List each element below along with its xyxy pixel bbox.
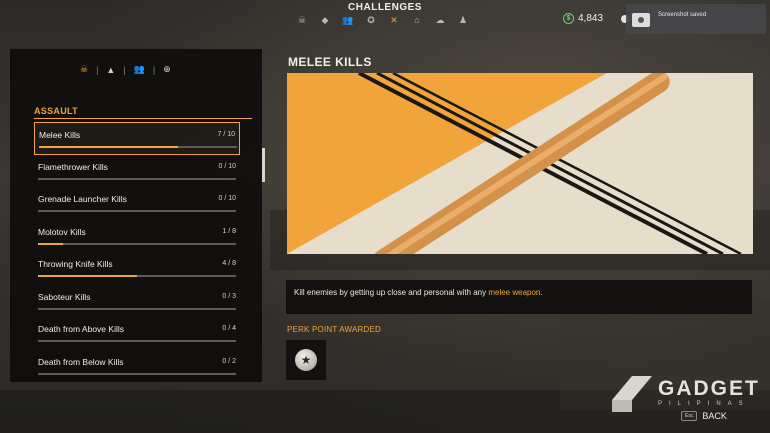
challenge-name: Death from Above Kills xyxy=(38,324,124,334)
progress-bar xyxy=(38,210,236,212)
category-heading: ASSAULT xyxy=(34,106,78,116)
challenge-name: Grenade Launcher Kills xyxy=(38,194,127,204)
gadget-logo-icon xyxy=(612,376,652,412)
progress-bar xyxy=(38,340,236,342)
challenge-item[interactable]: Grenade Launcher Kills 0 / 10 xyxy=(34,187,240,220)
challenge-item[interactable]: Saboteur Kills 0 / 3 xyxy=(34,285,240,318)
progress-bar xyxy=(38,307,236,310)
divider xyxy=(34,118,252,119)
progress-bar xyxy=(38,372,236,375)
progress-bar xyxy=(39,146,237,148)
challenge-count: 0 / 3 xyxy=(222,292,236,300)
person-icon[interactable]: ♟ xyxy=(457,14,469,26)
skull-icon[interactable]: ☠ xyxy=(80,64,88,75)
separator: | xyxy=(96,64,99,75)
challenge-name: Throwing Knife Kills xyxy=(38,259,113,269)
challenge-name: Death from Below Kills xyxy=(38,356,124,367)
separator: | xyxy=(123,64,126,75)
challenge-count: 4 / 8 xyxy=(222,260,236,267)
progress-bar xyxy=(38,275,236,277)
badge-icon[interactable]: ✪ xyxy=(365,14,377,26)
perk-heading: PERK POINT AWARDED xyxy=(287,325,381,334)
back-label: BACK xyxy=(702,411,727,421)
challenge-description: Kill enemies by getting up close and per… xyxy=(286,280,752,314)
detail-title: MELEE KILLS xyxy=(288,55,372,69)
progress-fill xyxy=(38,275,137,277)
back-button[interactable]: Esc BACK xyxy=(681,411,727,421)
vehicle-icon[interactable]: ⌂ xyxy=(411,14,423,26)
challenge-count: 0 / 10 xyxy=(218,162,236,170)
challenge-name: Flamethrower Kills xyxy=(38,161,108,172)
challenge-count: 0 / 4 xyxy=(222,325,236,332)
weapon-image xyxy=(287,73,753,254)
watermark-title: GADGET xyxy=(658,377,760,400)
challenge-item[interactable]: Death from Above Kills 0 / 4 xyxy=(34,317,240,350)
progress-fill xyxy=(39,146,178,148)
challenge-name: Molotov Kills xyxy=(38,226,86,237)
group-icon[interactable]: 👥 xyxy=(134,64,145,75)
toast-text: Screenshot saved xyxy=(658,12,707,18)
category-tabs: ☠ ◆ 👥 ✪ ✕ ⌂ ☁ ♟ xyxy=(296,14,469,26)
skull-icon[interactable]: ☠ xyxy=(296,14,308,26)
challenge-item[interactable]: Flamethrower Kills 0 / 10 xyxy=(34,155,240,188)
challenge-item[interactable]: Death from Below Kills 0 / 2 xyxy=(34,350,240,383)
separator: | xyxy=(152,64,156,75)
challenge-count: 1 / 8 xyxy=(222,227,236,235)
cash-display: $ 4,843 xyxy=(563,13,603,24)
esc-key: Esc xyxy=(681,411,698,421)
progress-fill xyxy=(38,242,63,245)
challenge-name: Saboteur Kills xyxy=(38,291,91,302)
challenge-name: Melee Kills xyxy=(39,130,81,140)
progress-bar xyxy=(38,242,236,245)
watermark-subtitle: PILIPINAS xyxy=(658,401,750,407)
progress-bar xyxy=(38,177,236,180)
perk-reward: ★ xyxy=(286,340,326,380)
star-medal-icon: ★ xyxy=(295,349,317,371)
screenshot-toast: Screenshot saved xyxy=(626,4,766,34)
cash-amount: 4,843 xyxy=(578,13,604,24)
diamond-icon[interactable]: ◆ xyxy=(319,14,331,26)
challenge-count: 7 / 10 xyxy=(217,131,235,138)
challenge-count: 0 / 10 xyxy=(218,195,236,202)
highlight-text: melee weapon xyxy=(488,288,541,297)
challenge-count: 0 / 2 xyxy=(222,357,236,365)
challenge-item[interactable]: Molotov Kills 1 / 8 xyxy=(34,220,240,253)
watermark-logo: GADGET PILIPINAS xyxy=(610,370,760,414)
cloud-icon[interactable]: ☁ xyxy=(434,14,446,26)
group-icon[interactable]: 👥 xyxy=(342,14,354,26)
challenge-list: Melee Kills 7 / 10 Flamethrower Kills 0 / 1… xyxy=(34,122,240,382)
filter-bar: ☠ | ▲ | 👥 | ⊕ xyxy=(80,64,171,75)
camera-icon xyxy=(632,13,650,27)
challenge-item[interactable]: Throwing Knife Kills 4 / 8 xyxy=(34,252,240,285)
cash-icon: $ xyxy=(563,13,574,24)
challenge-item[interactable]: Melee Kills 7 / 10 xyxy=(34,122,240,155)
crosshair-icon[interactable]: ⊕ xyxy=(163,64,171,75)
scrollbar[interactable] xyxy=(262,148,265,182)
mountain-icon[interactable]: ▲ xyxy=(106,65,115,75)
zombie-icon[interactable]: ✕ xyxy=(388,14,400,26)
